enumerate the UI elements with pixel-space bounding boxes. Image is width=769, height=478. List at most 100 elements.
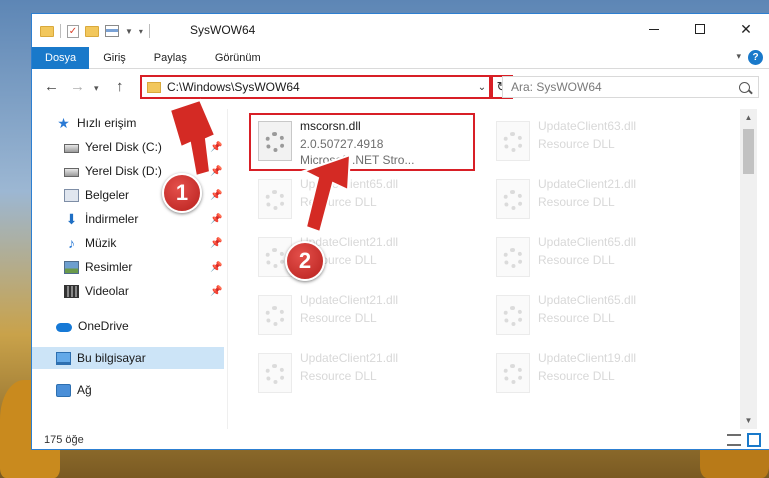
forward-arrow-icon[interactable]: → — [70, 78, 85, 95]
file-description: Resource DLL — [538, 195, 615, 209]
toolbar-divider — [60, 24, 61, 38]
pin-icon[interactable]: 📌 — [210, 214, 222, 225]
back-arrow-icon[interactable]: ← — [44, 78, 59, 95]
sidebar-item-music[interactable]: ♪ Müzik — [64, 232, 116, 254]
cloud-icon — [56, 322, 72, 332]
scroll-down-icon[interactable]: ▼ — [740, 412, 757, 429]
pin-icon[interactable]: 📌 — [210, 238, 222, 249]
properties-icon[interactable] — [105, 25, 119, 37]
pane-splitter[interactable] — [227, 109, 228, 429]
sidebar-item-label: İndirmeler — [85, 212, 139, 226]
file-name: UpdateClient65.dll — [300, 177, 399, 191]
file-tile[interactable]: UpdateClient65.dll Resource DLL — [490, 231, 720, 281]
navigation-pane: ★ Hızlı erişim Yerel Disk (C:) Yerel Disk… — [32, 109, 224, 429]
window-controls: ✕ — [631, 14, 769, 44]
tab-view[interactable]: Görünüm — [201, 47, 275, 69]
status-bar: 175 öğe — [32, 430, 769, 450]
customize-toolbar-icon[interactable]: ▾ — [139, 27, 143, 36]
sidebar-item-quick-access[interactable]: ★ Hızlı erişim — [56, 112, 136, 134]
file-description: Resource DLL — [300, 369, 377, 383]
window-title: SysWOW64 — [190, 23, 256, 37]
address-bar[interactable]: C:\Windows\SysWOW64 ⌄ — [140, 75, 491, 99]
music-icon: ♪ — [68, 234, 75, 251]
callout-badge: 2 — [285, 241, 325, 281]
scroll-thumb[interactable] — [743, 129, 754, 174]
sidebar-item-label: Videolar — [85, 284, 129, 298]
file-name: UpdateClient21.dll — [300, 351, 399, 365]
item-count: 175 öğe — [44, 434, 84, 446]
sidebar-item-label: Müzik — [85, 236, 117, 250]
sidebar-item-label: OneDrive — [78, 319, 129, 333]
star-icon: ★ — [57, 114, 70, 131]
sidebar-item-local-disk-c[interactable]: Yerel Disk (C:) — [64, 136, 162, 158]
tiles-view-icon[interactable] — [747, 433, 761, 447]
ribbon-tabs: Dosya Giriş Paylaş Görünüm — [32, 47, 769, 69]
file-name: UpdateClient65.dll — [538, 293, 637, 307]
sidebar-item-network[interactable]: Ağ — [56, 379, 92, 401]
file-tile[interactable]: UpdateClient21.dll Resource DLL — [490, 173, 720, 223]
file-tile[interactable]: UpdateClient65.dll Resource DLL — [252, 173, 482, 223]
chevron-down-icon[interactable]: ⌄ — [475, 82, 489, 93]
computer-icon — [56, 351, 71, 365]
file-name: UpdateClient65.dll — [538, 235, 637, 249]
pin-icon[interactable]: 📌 — [210, 262, 222, 273]
recent-locations-icon[interactable]: ▾ — [94, 83, 99, 94]
scroll-up-icon[interactable]: ▲ — [740, 109, 757, 126]
dll-file-icon — [258, 353, 292, 393]
gear-icon — [503, 248, 523, 268]
up-arrow-icon[interactable]: ↑ — [116, 78, 124, 95]
tab-home[interactable]: Giriş — [89, 47, 140, 69]
tab-file[interactable]: Dosya — [32, 47, 90, 69]
dll-file-icon — [258, 295, 292, 335]
file-description: Resource DLL — [538, 369, 615, 383]
sidebar-item-downloads[interactable]: ⬇ İndirmeler — [64, 208, 139, 230]
help-icon[interactable]: ? — [748, 50, 763, 65]
maximize-button[interactable] — [677, 14, 723, 44]
dll-file-icon — [496, 121, 530, 161]
dll-file-icon — [496, 179, 530, 219]
sidebar-item-documents[interactable]: Belgeler — [64, 184, 129, 206]
gear-icon — [265, 306, 285, 326]
file-tile[interactable]: UpdateClient65.dll Resource DLL — [490, 289, 720, 339]
pin-icon[interactable]: 📌 — [210, 142, 222, 153]
sidebar-item-videos[interactable]: Videolar — [64, 280, 129, 302]
download-icon: ⬇ — [65, 210, 78, 227]
minimize-button[interactable] — [631, 14, 677, 44]
address-path[interactable]: C:\Windows\SysWOW64 — [167, 80, 475, 94]
sidebar-item-label: Bu bilgisayar — [77, 351, 146, 365]
tab-share[interactable]: Paylaş — [140, 47, 201, 69]
sidebar-item-onedrive[interactable]: OneDrive — [56, 315, 129, 337]
search-icon[interactable] — [739, 81, 750, 93]
callout-badge: 1 — [162, 173, 202, 213]
properties-check-icon[interactable]: ✓ — [67, 24, 79, 38]
search-placeholder[interactable]: Ara: SysWOW64 — [511, 80, 602, 94]
navigation-bar: ← → ▾ ↑ C:\Windows\SysWOW64 ⌄ ↻ Ara: Sys… — [32, 72, 769, 104]
new-folder-icon[interactable] — [85, 25, 99, 37]
pin-icon[interactable]: 📌 — [210, 190, 222, 201]
gear-icon — [503, 306, 523, 326]
file-tile[interactable]: UpdateClient63.dll Resource DLL — [490, 115, 720, 165]
sidebar-item-this-pc[interactable]: Bu bilgisayar — [32, 347, 224, 369]
close-button[interactable]: ✕ — [723, 14, 769, 44]
dll-file-icon — [258, 179, 292, 219]
file-tile[interactable]: UpdateClient21.dll Resource DLL — [252, 289, 482, 339]
file-description: Resource DLL — [538, 311, 615, 325]
sidebar-item-local-disk-d[interactable]: Yerel Disk (D:) — [64, 160, 162, 182]
details-view-icon[interactable] — [727, 434, 741, 446]
sidebar-item-label: Hızlı erişim — [77, 116, 137, 130]
disk-icon — [64, 143, 79, 153]
file-tile[interactable]: UpdateClient21.dll Resource DLL — [252, 347, 482, 397]
search-box[interactable]: Ara: SysWOW64 — [502, 76, 759, 98]
pin-icon[interactable]: 📌 — [210, 166, 222, 177]
gear-icon — [265, 248, 285, 268]
sidebar-item-label: Yerel Disk (C:) — [85, 140, 162, 154]
sidebar-item-pictures[interactable]: Resimler — [64, 256, 132, 278]
chevron-down-icon[interactable]: ▼ — [125, 27, 133, 36]
pin-icon[interactable]: 📌 — [210, 286, 222, 297]
file-description: Resource DLL — [300, 311, 377, 325]
minimize-icon — [649, 28, 659, 30]
gear-icon — [503, 190, 523, 210]
file-tile[interactable]: UpdateClient19.dll Resource DLL — [490, 347, 720, 397]
vertical-scrollbar[interactable]: ▲ ▼ — [740, 109, 757, 429]
expand-ribbon-icon[interactable]: ▾ — [736, 51, 741, 62]
